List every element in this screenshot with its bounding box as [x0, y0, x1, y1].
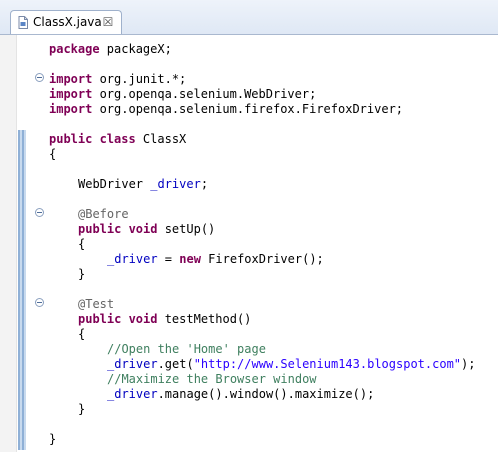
code-line-24: _driver.manage().window().maximize(); — [107, 387, 375, 401]
fold-toggle-icon[interactable] — [35, 298, 44, 307]
java-file-icon — [18, 16, 28, 29]
fold-toggle-icon[interactable] — [35, 73, 44, 82]
range-indicator — [18, 130, 26, 450]
code-line-8: { — [49, 147, 57, 161]
tab-classx-java[interactable]: ClassX.java ☒ — [10, 10, 122, 34]
code-line-20: { — [78, 327, 86, 341]
code-line-15: _driver = new FirefoxDriver(); — [107, 252, 324, 266]
code-line-23: //Maximize the Browser window — [107, 372, 317, 386]
fold-toggle-icon[interactable] — [35, 208, 44, 217]
code-line-4: import org.openqa.selenium.WebDriver; — [49, 87, 317, 101]
code-line-14: { — [78, 237, 86, 251]
code-line-13: public void setUp() — [78, 222, 216, 236]
code-line-3: import org.junit.*; — [49, 72, 187, 86]
code-line-5: import org.openqa.selenium.firefox.Firef… — [49, 102, 404, 116]
code-line-1: package packageX; — [49, 42, 172, 56]
code-line-19: public void testMethod() — [78, 312, 252, 326]
code-line-10: WebDriver _driver; — [78, 177, 209, 191]
code-line-7: public class ClassX — [49, 132, 187, 146]
code-line-25: } — [78, 402, 86, 416]
close-icon[interactable]: ☒ — [101, 15, 115, 29]
code-line-27: } — [49, 432, 57, 446]
code-editor[interactable]: package packageX; import org.junit.*; im… — [0, 35, 498, 452]
code-line-12: @Before — [78, 207, 129, 221]
code-line-18: @Test — [78, 297, 115, 311]
code-area[interactable]: package packageX; import org.junit.*; im… — [49, 35, 498, 452]
overview-ruler — [0, 35, 17, 452]
code-line-21: //Open the 'Home' page — [107, 342, 266, 356]
code-line-22: _driver.get("http://www.Selenium143.blog… — [107, 357, 476, 371]
tab-label: ClassX.java — [33, 15, 102, 29]
code-line-16: } — [78, 267, 86, 281]
editor-tab-bar: ClassX.java ☒ — [0, 0, 498, 35]
